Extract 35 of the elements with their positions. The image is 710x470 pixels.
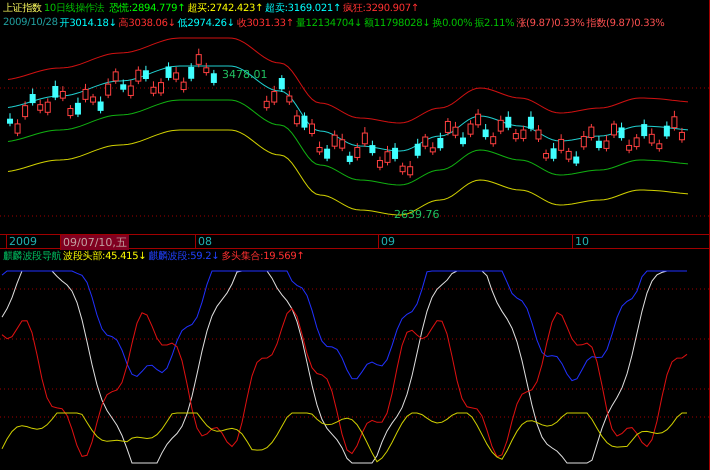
indicator-value: 多头集合:19.569↑ [221,250,304,263]
index-name: 上证指数 [3,2,42,14]
indicator-value: 波段头部:45.415↓ [63,250,146,263]
candlestick [384,145,390,166]
candlestick [7,112,13,127]
candlestick [536,124,542,142]
quote-field: 开3014.18↓ [60,16,117,30]
quote-field: 量12134704↓ [296,16,362,30]
time-axis-label: 09/07/10,五 [60,235,129,250]
quote-date: 2009/10/28 [3,17,58,28]
quote-field: 高3038.06↓ [118,16,176,30]
time-axis-label: 2009 [6,235,39,248]
indicator-value: 麒麟波段:59.2↓ [148,250,220,263]
quote-field: 振2.11% [474,16,514,30]
quote-field: 收3031.33↑ [236,16,294,30]
quote-field: 换0.00% [432,16,472,30]
candlestick [309,118,315,137]
price-label: 2639.76 [394,208,440,221]
signal-value: 超卖:3169.021↑ [265,2,342,14]
time-axis-label: 10 [572,235,591,248]
quote-field: 额11798028↓ [364,16,430,30]
quote-field: 指数(9.87)0.33% [586,16,665,30]
candlestick [158,78,164,96]
signal-value: 恐慌:2894.779↑ [109,2,186,14]
quote-field: 低2974.26↓ [178,16,235,30]
time-axis-label: 09 [378,235,397,248]
signal-value: 疯狂:3290.907↑ [343,2,419,14]
candlestick [611,120,617,138]
candlestick [460,132,466,148]
signal-value: 超买:2742.423↑ [187,2,264,14]
method-name: 10日线操作法 [44,2,104,14]
quote-field: 涨(9.87)0.33% [516,16,585,30]
time-axis-label: 08 [195,235,214,248]
candlestick [82,83,88,103]
indicator-title: 麒麟波段导航 [3,250,62,263]
